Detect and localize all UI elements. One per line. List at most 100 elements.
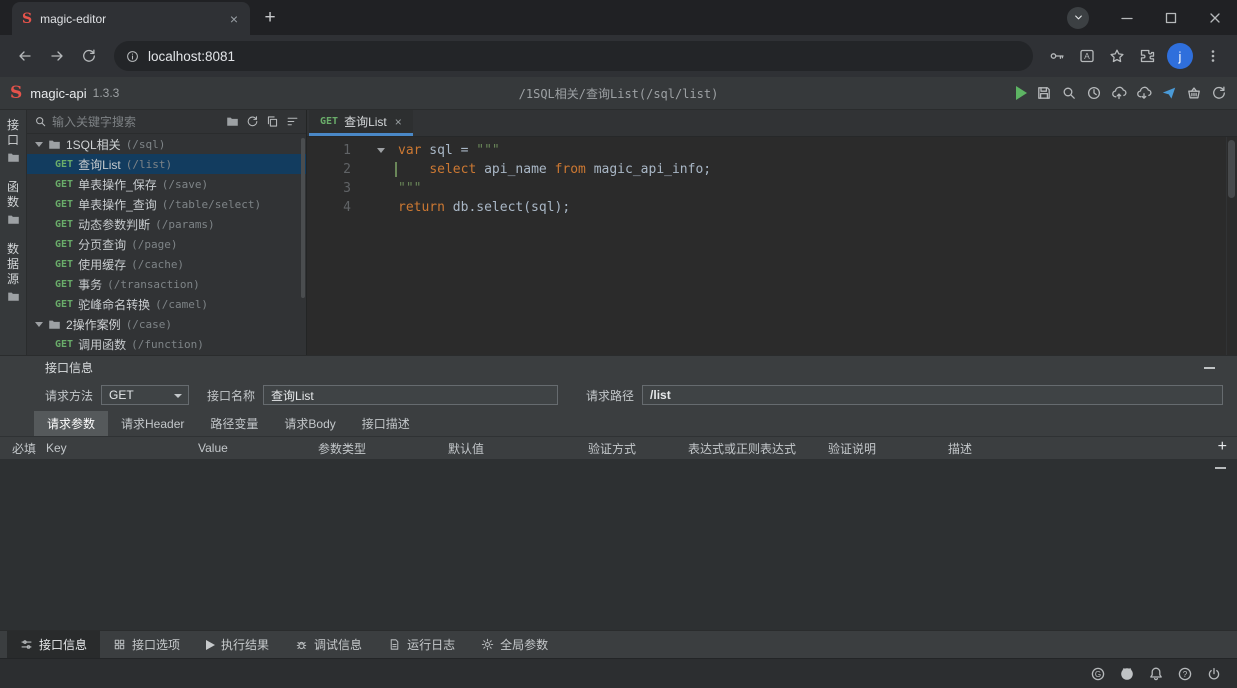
run-icon[interactable] <box>1016 86 1027 100</box>
window-close-button[interactable] <box>1193 0 1237 35</box>
editor: GET 查询List × 1234 var sql = """ select a… <box>307 110 1237 355</box>
page-info-icon[interactable] <box>126 50 139 63</box>
activity-item-datasource[interactable]: 数据源 <box>7 242 20 303</box>
cloud-upload-icon[interactable] <box>1111 85 1127 101</box>
activity-item-api[interactable]: 接口 <box>7 118 20 164</box>
activity-item-function[interactable]: 函数 <box>7 180 20 226</box>
code-line[interactable]: select api_name from magic_api_info; <box>363 160 1237 179</box>
bottom-tab-global-params[interactable]: 全局参数 <box>468 631 561 658</box>
browser-tab[interactable]: S magic-editor × <box>12 2 250 35</box>
save-icon[interactable] <box>1036 85 1052 101</box>
api-tree-item[interactable]: GET调用函数(/function) <box>27 334 306 354</box>
search-input[interactable] <box>52 115 221 129</box>
cloud-download-icon[interactable] <box>1136 85 1152 101</box>
request-path-input[interactable] <box>642 385 1223 405</box>
api-tree: 1SQL相关(/sql)GET查询List(/list)GET单表操作_保存(/… <box>27 134 306 355</box>
api-tree-item[interactable]: GET使用缓存(/cache) <box>27 254 306 274</box>
push-send-icon[interactable] <box>1161 85 1177 101</box>
panel-collapse-icon[interactable] <box>1204 367 1215 369</box>
extensions-puzzle-icon[interactable] <box>1133 42 1161 70</box>
api-tree-item[interactable]: GET单表操作_保存(/save) <box>27 174 306 194</box>
bottom-tab-api-info[interactable]: 接口信息 <box>7 631 100 658</box>
basket-icon[interactable] <box>1186 85 1202 101</box>
sidebar-scrollbar[interactable] <box>301 138 305 298</box>
api-tree-item[interactable]: GET驼峰命名转换(/camel) <box>27 294 306 314</box>
folder-icon <box>7 213 20 226</box>
method-select[interactable]: GET <box>101 385 189 405</box>
api-tree-item[interactable]: GET单表操作_查询(/table/select) <box>27 194 306 214</box>
site-favicon: S <box>22 11 32 27</box>
code-editor[interactable]: 1234 var sql = """ select api_name from … <box>307 137 1237 355</box>
browser-tab-strip: S magic-editor × + <box>0 0 1237 35</box>
bottom-tab-api-options[interactable]: 接口选项 <box>100 631 193 658</box>
code-lines[interactable]: var sql = """ select api_name from magic… <box>363 141 1237 355</box>
window-maximize-button[interactable] <box>1149 0 1193 35</box>
power-icon[interactable] <box>1206 666 1222 682</box>
new-tab-button[interactable]: + <box>256 4 284 32</box>
gear-icon <box>481 638 494 651</box>
code-line[interactable]: return db.select(sql); <box>363 198 1237 217</box>
profile-avatar[interactable]: j <box>1167 43 1193 69</box>
browser-menu-icon[interactable] <box>1199 42 1227 70</box>
api-name-input[interactable] <box>263 385 558 405</box>
api-tree-item[interactable]: GET事务(/transaction) <box>27 274 306 294</box>
gitee-icon[interactable]: G <box>1090 666 1106 682</box>
line-number: 3 <box>307 179 351 198</box>
api-info-form: 请求方法 GET 接口名称 请求路径 <box>0 379 1237 411</box>
svg-text:?: ? <box>1183 670 1188 679</box>
tab-request-body[interactable]: 请求Body <box>271 411 348 436</box>
bottom-tab-run-log[interactable]: 运行日志 <box>375 631 468 658</box>
api-tree-item[interactable]: GET动态参数判断(/params) <box>27 214 306 234</box>
bottom-tab-debug-info[interactable]: 调试信息 <box>282 631 375 658</box>
editor-scrollbar-track <box>1226 137 1237 355</box>
log-document-icon <box>388 638 401 651</box>
search-icon[interactable] <box>1061 85 1077 101</box>
add-row-button[interactable]: + <box>1218 438 1227 456</box>
password-key-icon[interactable] <box>1043 42 1071 70</box>
help-icon[interactable]: ? <box>1177 666 1193 682</box>
address-bar[interactable]: localhost:8081 <box>114 41 1033 71</box>
tree-folder[interactable]: 1SQL相关(/sql) <box>27 134 306 154</box>
play-icon <box>206 640 215 650</box>
folder-icon <box>48 138 61 151</box>
param-tabs: 请求参数 请求Header 路径变量 请求Body 接口描述 <box>0 411 1237 437</box>
bookmark-star-icon[interactable] <box>1103 42 1131 70</box>
remove-row-button[interactable] <box>1215 467 1226 469</box>
forward-icon[interactable] <box>42 41 72 71</box>
history-clock-icon[interactable] <box>1086 85 1102 101</box>
code-line[interactable]: var sql = """ <box>363 141 1237 160</box>
bottom-tab-run-result[interactable]: 执行结果 <box>193 631 282 658</box>
tab-path-variables[interactable]: 路径变量 <box>197 411 271 436</box>
chevron-down-icon <box>35 322 43 327</box>
window-minimize-button[interactable] <box>1105 0 1149 35</box>
tab-api-description[interactable]: 接口描述 <box>349 411 423 436</box>
editor-scrollbar-thumb[interactable] <box>1228 140 1235 198</box>
back-icon[interactable] <box>10 41 40 71</box>
github-icon[interactable] <box>1119 666 1135 682</box>
bell-icon[interactable] <box>1148 666 1164 682</box>
tree-folder[interactable]: 2操作案例(/case) <box>27 314 306 334</box>
folder-icon <box>48 318 61 331</box>
breadcrumb: /1SQL相关/查询List(/sql/list) <box>519 85 719 102</box>
api-tree-item[interactable]: GET分页查询(/page) <box>27 234 306 254</box>
tab-search-icon[interactable] <box>1067 7 1089 29</box>
tab-close-icon[interactable]: × <box>228 11 240 27</box>
refresh-icon[interactable] <box>1211 85 1227 101</box>
reload-icon[interactable] <box>74 41 104 71</box>
editor-tab[interactable]: GET 查询List × <box>309 110 413 136</box>
activity-bar: 接口 函数 数据源 <box>0 110 27 355</box>
copy-icon[interactable] <box>266 115 279 128</box>
tab-request-params[interactable]: 请求参数 <box>34 411 108 436</box>
refresh-icon[interactable] <box>246 115 259 128</box>
tab-request-header[interactable]: 请求Header <box>108 411 197 436</box>
bug-icon <box>295 638 308 651</box>
line-number: 2 <box>307 160 351 179</box>
sort-icon[interactable] <box>286 115 299 128</box>
editor-tab-close-icon[interactable]: × <box>395 115 402 129</box>
code-line[interactable]: """ <box>363 179 1237 198</box>
grid-icon <box>113 638 126 651</box>
folder-icon[interactable] <box>226 115 239 128</box>
api-tree-item[interactable]: GET查询List(/list) <box>27 154 306 174</box>
translate-icon[interactable]: A <box>1073 42 1101 70</box>
chevron-down-icon <box>35 142 43 147</box>
